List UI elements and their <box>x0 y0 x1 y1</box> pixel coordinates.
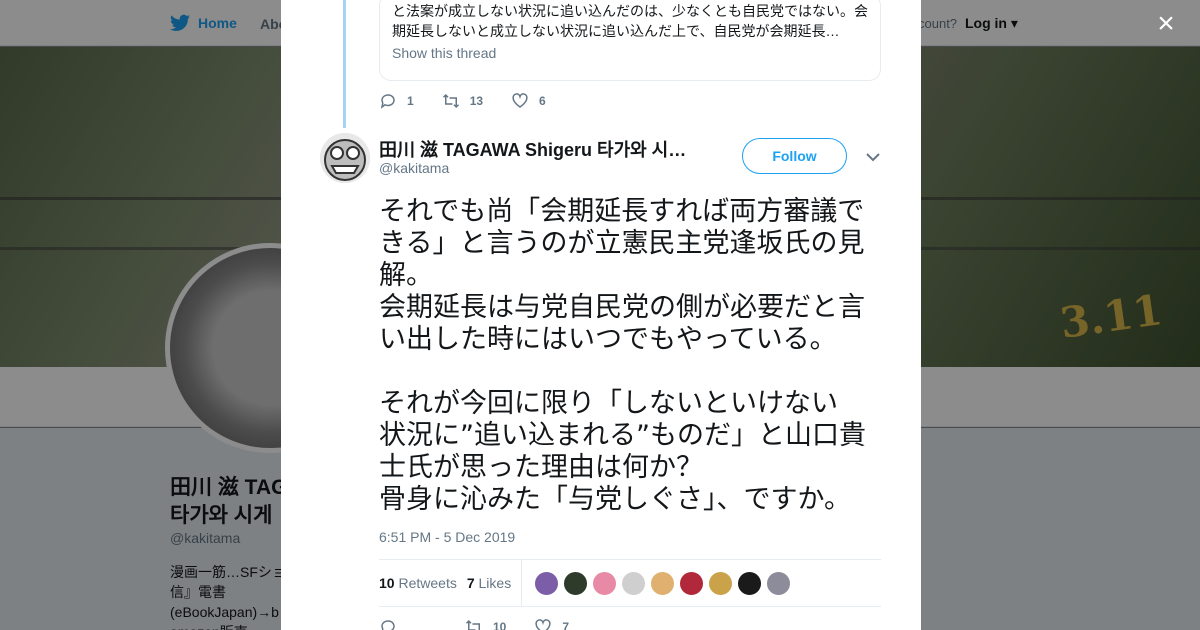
retweets-label: Retweets <box>398 575 457 591</box>
liker-avatar[interactable] <box>679 570 705 596</box>
reply-count: 1 <box>407 94 414 108</box>
retweet-icon <box>465 619 480 630</box>
tweet-line: それが今回に限り「しないといけない <box>379 388 838 419</box>
quote-line: 期延長しないと成立しない状況に追い込んだ上で、自民党が会期延長… <box>392 23 840 39</box>
reply-button[interactable] <box>379 618 407 630</box>
heart-icon <box>535 619 551 630</box>
liker-avatar[interactable] <box>563 570 589 596</box>
liker-avatar[interactable] <box>534 570 560 596</box>
tweet-timestamp[interactable]: 6:51 PM - 5 Dec 2019 <box>379 529 515 545</box>
likes-label: Likes <box>478 575 512 591</box>
author-name[interactable]: 田川 滋 TAGAWA Shigeru 타가와 시… <box>379 136 699 162</box>
stats-divider <box>521 559 523 607</box>
quote-line: と法案が成立しない状況に追い込んだのは、少なくとも自民党ではない。会 <box>392 3 868 19</box>
tweet-line: 会期延長は与党自民党の側が必要だと言 <box>379 292 865 323</box>
like-button[interactable]: 7 <box>534 618 569 630</box>
like-count: 7 <box>562 620 570 630</box>
tweet-line: それでも尚「会期延長すれば両方審議で <box>379 196 865 227</box>
tweet-line: 士氏が思った理由は何か？ <box>379 452 703 483</box>
tweet-line: 状況に”追い込まれる”ものだ」と山口貴 <box>379 420 866 451</box>
show-thread-link[interactable]: Show this thread <box>392 45 868 61</box>
quoted-tweet-text: と法案が成立しない状況に追い込んだのは、少なくとも自民党ではない。会 期延長しな… <box>392 0 868 41</box>
retweet-button[interactable]: 13 <box>442 92 483 110</box>
liker-avatar[interactable] <box>737 570 763 596</box>
close-icon[interactable]: × <box>1152 9 1180 39</box>
retweets-stat[interactable]: 10 Retweets <box>379 575 457 591</box>
author-avatar[interactable] <box>320 133 370 183</box>
reply-icon <box>380 94 395 109</box>
reply-button[interactable]: 1 <box>379 92 414 110</box>
like-button[interactable]: 6 <box>511 92 546 110</box>
tweet-line: い出した時にはいつでもやっている。 <box>379 324 837 355</box>
tweet-line: 骨身に沁みた「与党しぐさ」、ですか。 <box>379 484 851 515</box>
heart-icon <box>512 93 528 108</box>
likes-stat[interactable]: 7 Likes <box>467 575 511 591</box>
liker-avatar[interactable] <box>650 570 676 596</box>
retweet-count: 10 <box>493 620 507 630</box>
chevron-down-icon[interactable] <box>865 150 881 164</box>
tweet-actions: 10 7 <box>379 618 597 630</box>
liker-avatar[interactable] <box>766 570 792 596</box>
thread-connector <box>343 0 346 128</box>
author-handle[interactable]: @kakitama <box>379 160 449 176</box>
parent-tweet-actions: 1 13 6 <box>379 92 574 110</box>
likers-list <box>534 570 792 596</box>
tweet-line: きる」と言うのが立憲民主党逢坂氏の見 <box>379 228 865 259</box>
retweet-button[interactable]: 10 <box>465 618 506 630</box>
tweet-text: それでも尚「会期延長すれば両方審議で きる」と言うのが立憲民主党逢坂氏の見 解。… <box>379 196 889 516</box>
follow-button[interactable]: Follow <box>742 138 847 174</box>
liker-avatar[interactable] <box>708 570 734 596</box>
liker-avatar[interactable] <box>621 570 647 596</box>
like-count: 6 <box>539 94 546 108</box>
liker-avatar[interactable] <box>592 570 618 596</box>
quoted-tweet-card[interactable]: と法案が成立しない状況に追い込んだのは、少なくとも自民党ではない。会 期延長しな… <box>379 0 881 81</box>
tweet-line: 解。 <box>379 260 433 291</box>
tweet-modal: と法案が成立しない状況に追い込んだのは、少なくとも自民党ではない。会 期延長しな… <box>281 0 921 630</box>
reply-icon <box>381 620 395 630</box>
retweets-count: 10 <box>379 575 395 591</box>
tweet-stats: 10 Retweets 7 Likes <box>379 559 881 607</box>
author-avatar-image <box>320 133 370 183</box>
likes-count: 7 <box>466 575 475 591</box>
retweet-icon <box>442 93 459 109</box>
retweet-count: 13 <box>469 94 484 108</box>
